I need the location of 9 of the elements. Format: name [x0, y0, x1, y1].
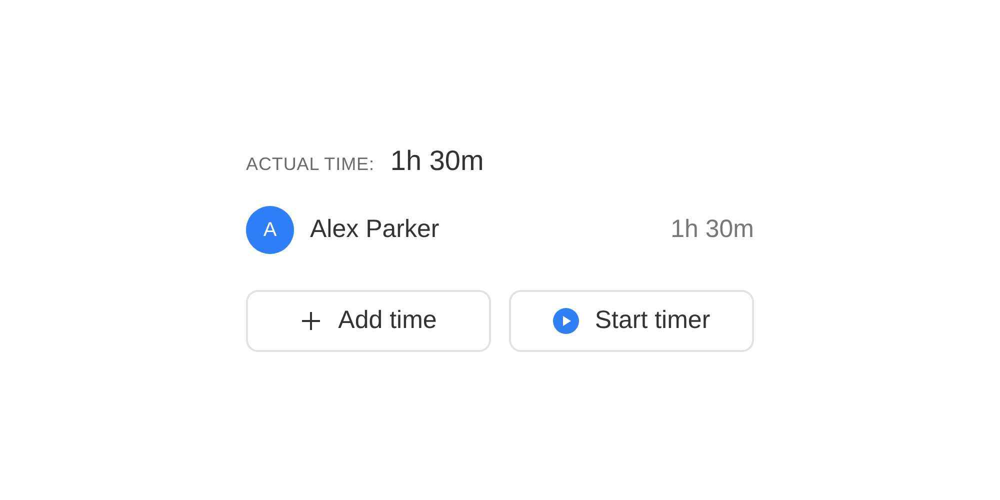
actual-time-label: ACTUAL TIME: [246, 153, 374, 176]
actual-time-value: 1h 30m [390, 144, 484, 178]
plus-icon [300, 310, 322, 332]
avatar: A [246, 206, 294, 254]
user-name: Alex Parker [310, 214, 440, 246]
start-timer-button[interactable]: Start timer [509, 290, 754, 352]
play-icon [552, 308, 579, 334]
add-time-button[interactable]: Add time [246, 290, 491, 352]
logged-time: 1h 30m [670, 214, 754, 246]
